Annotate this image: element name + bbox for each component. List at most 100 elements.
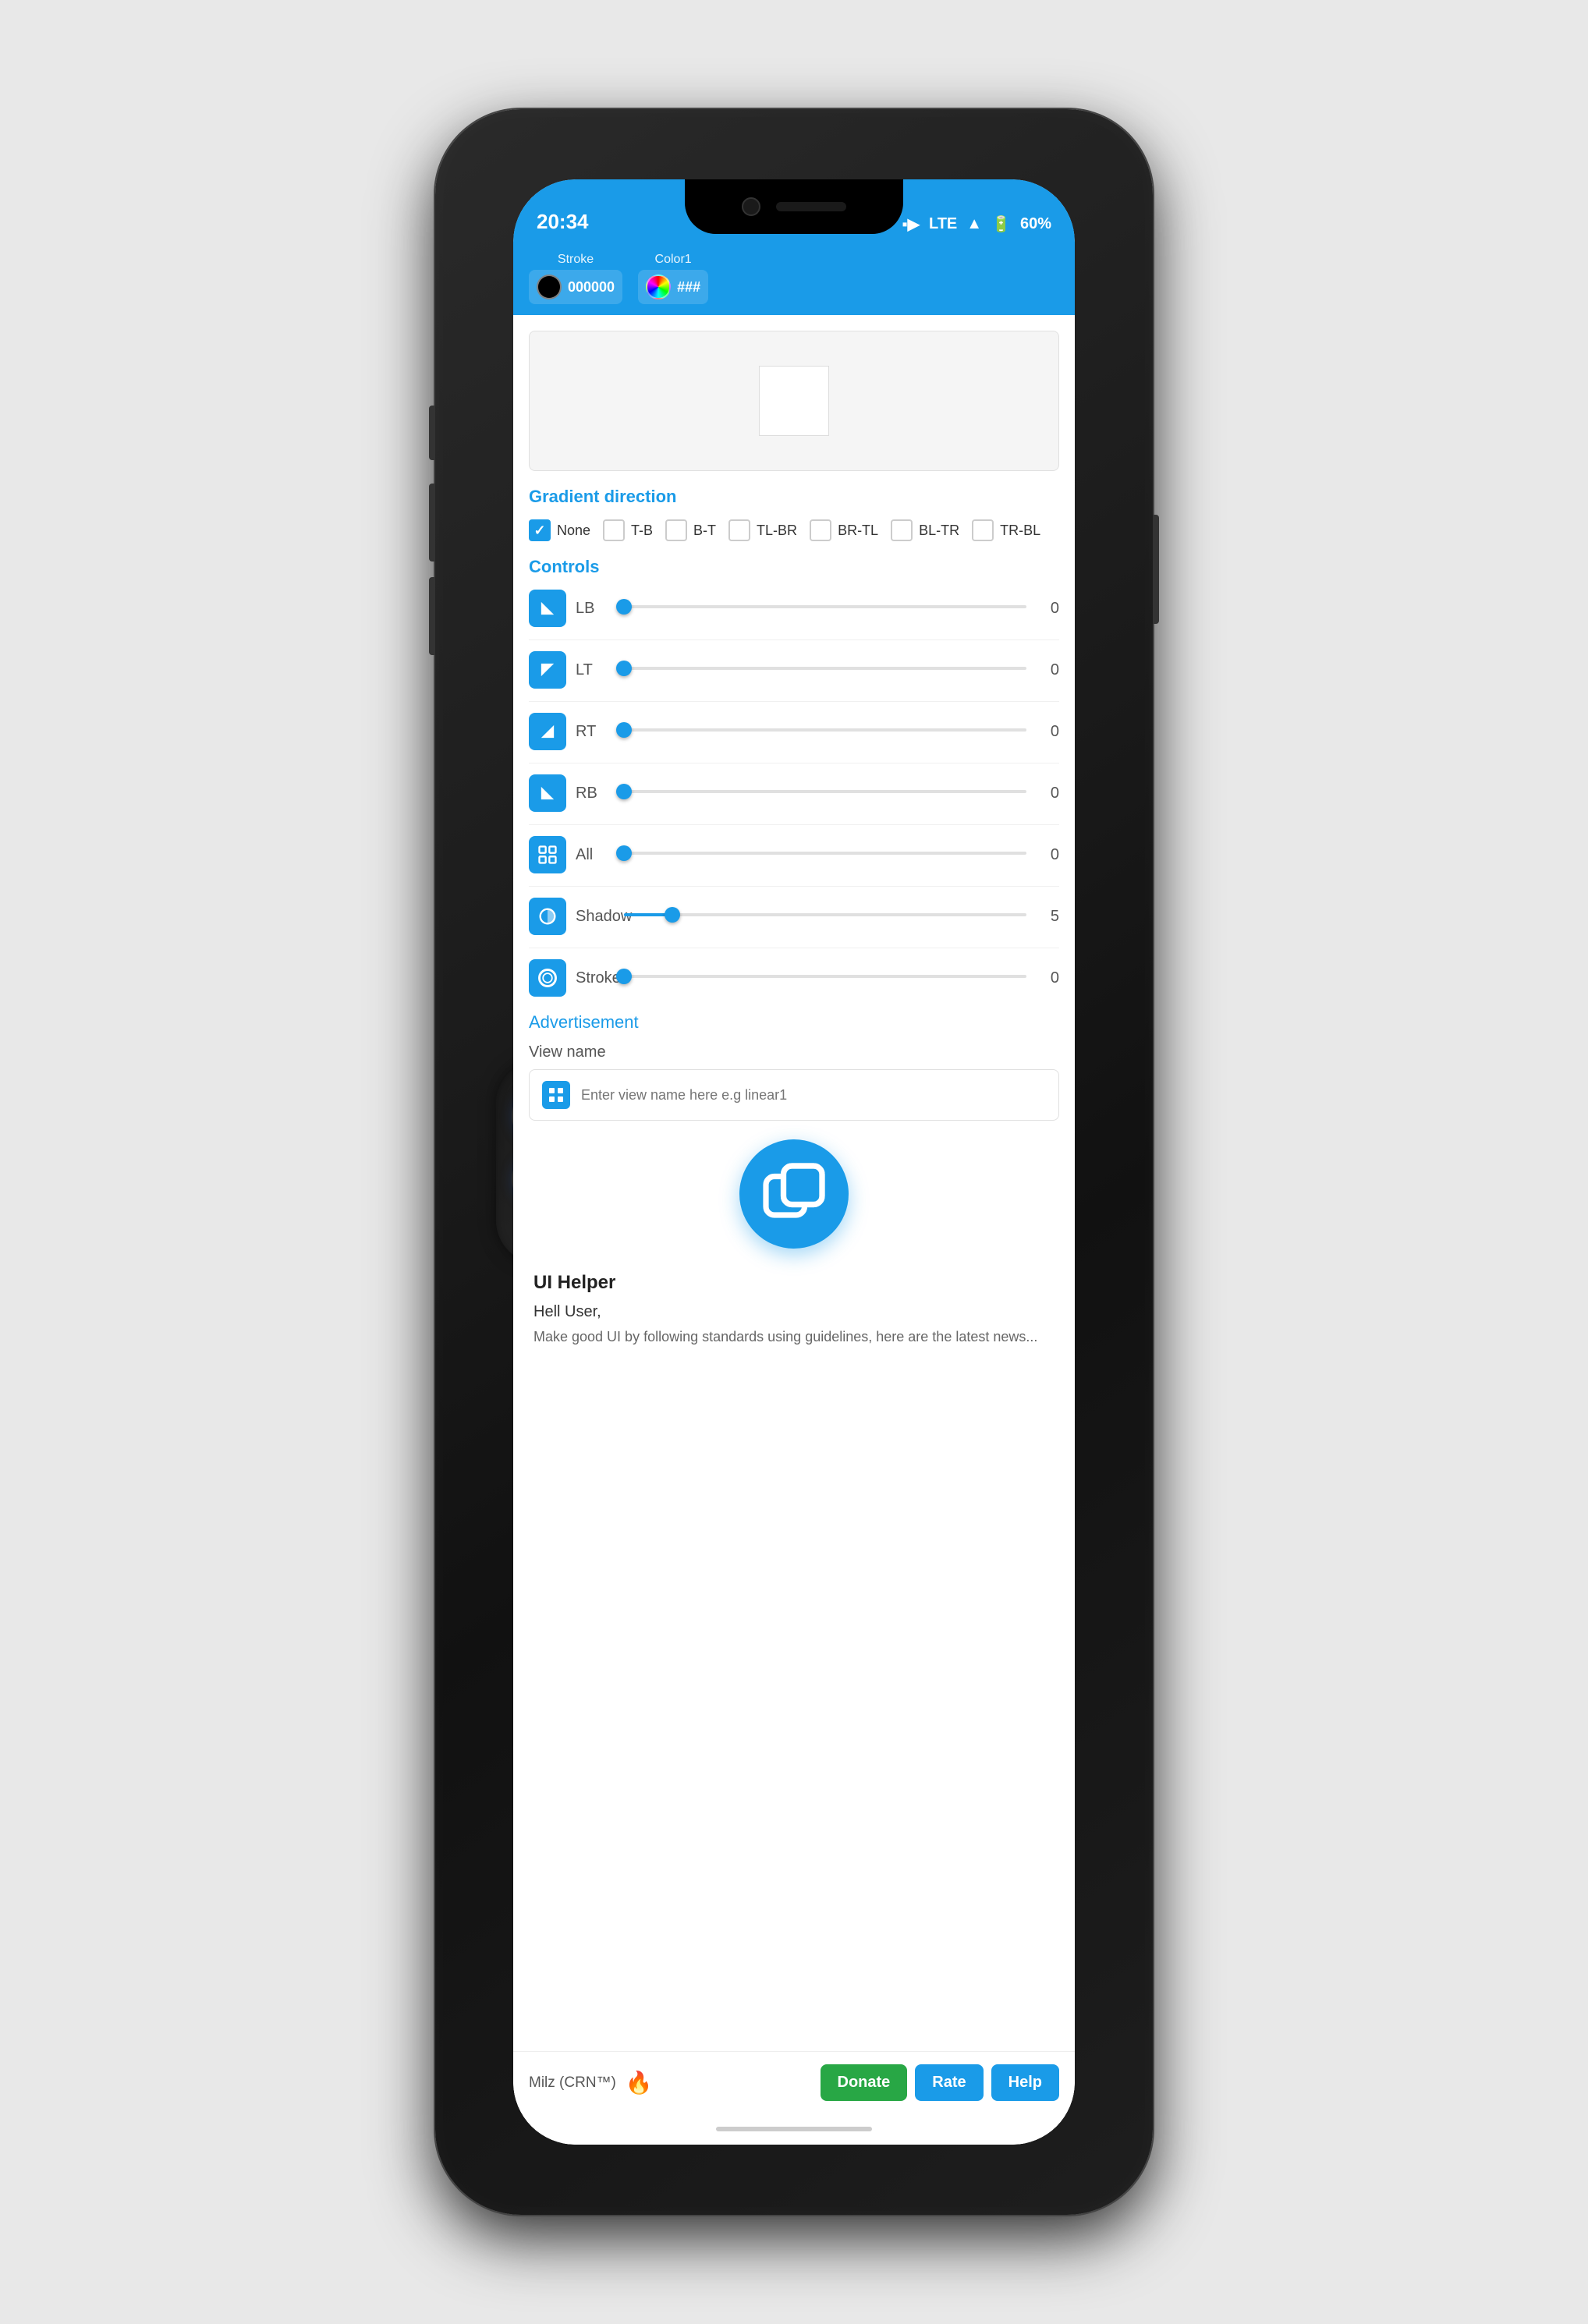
- gradient-option-brtl[interactable]: BR-TL: [810, 519, 878, 541]
- all-slider[interactable]: [624, 852, 1026, 858]
- lt-value: 0: [1036, 661, 1059, 679]
- stroke-value: 0: [1036, 969, 1059, 987]
- stroke-icon-button[interactable]: [529, 959, 566, 997]
- rb-label: RB: [576, 785, 615, 802]
- option-trbl-label: TR-BL: [1000, 523, 1040, 539]
- all-value: 0: [1036, 846, 1059, 864]
- notch: [685, 179, 903, 234]
- stroke-slider[interactable]: [624, 975, 1026, 981]
- shadow-icon-button[interactable]: [529, 898, 566, 935]
- ui-helper-greeting: Hell User,: [533, 1303, 1055, 1321]
- control-row-stroke: Stroke 0: [529, 959, 1059, 997]
- option-none-label: None: [557, 523, 590, 539]
- checkbox-bt[interactable]: [665, 519, 687, 541]
- help-button[interactable]: Help: [991, 2064, 1059, 2101]
- volume-down-button[interactable]: [429, 577, 435, 655]
- rb-slider[interactable]: [624, 790, 1026, 796]
- lt-thumb[interactable]: [616, 661, 632, 676]
- gradient-option-none[interactable]: ✓ None: [529, 519, 590, 541]
- checkbox-tb[interactable]: [603, 519, 625, 541]
- preview-rect: [759, 366, 829, 436]
- all-track: [624, 852, 1026, 855]
- notch-camera: [742, 197, 760, 216]
- app-brand-text: Milz (CRN™): [529, 2074, 616, 2092]
- power-button[interactable]: [1153, 515, 1159, 624]
- lt-icon-button[interactable]: [529, 651, 566, 689]
- stroke-color-swatch: [537, 275, 562, 299]
- control-row-lt: LT 0: [529, 651, 1059, 689]
- rb-thumb[interactable]: [616, 784, 632, 799]
- rt-thumb[interactable]: [616, 722, 632, 738]
- checkbox-brtl[interactable]: [810, 519, 831, 541]
- rb-icon-button[interactable]: [529, 774, 566, 812]
- volume-mute-button[interactable]: [429, 406, 435, 460]
- lb-thumb[interactable]: [616, 599, 632, 615]
- lt-slider[interactable]: [624, 667, 1026, 673]
- page-wrapper: 20:34 ▪▶ LTE ▲ 🔋 60% Strok: [0, 0, 1588, 2324]
- toolbar: Stroke 000000 Color1 ###: [513, 242, 1075, 315]
- gradient-option-tb[interactable]: T-B: [603, 519, 653, 541]
- view-name-row: [529, 1069, 1059, 1121]
- checkbox-tlbr[interactable]: [728, 519, 750, 541]
- all-icon-button[interactable]: [529, 836, 566, 873]
- control-row-rb: RB 0: [529, 774, 1059, 812]
- rt-icon-button[interactable]: [529, 713, 566, 750]
- gradient-option-bt[interactable]: B-T: [665, 519, 716, 541]
- control-row-lb: LB 0: [529, 590, 1059, 627]
- lb-icon-button[interactable]: [529, 590, 566, 627]
- app-logo-icon: [739, 1139, 849, 1249]
- donate-button[interactable]: Donate: [821, 2064, 908, 2101]
- stroke-picker[interactable]: 000000: [529, 270, 622, 304]
- rt-value: 0: [1036, 723, 1059, 741]
- advertisement-label: Advertisement: [529, 1012, 1059, 1033]
- view-name-input[interactable]: [581, 1087, 1046, 1104]
- lb-label: LB: [576, 600, 615, 618]
- stroke-ring-icon: [537, 967, 558, 989]
- color1-picker[interactable]: ###: [638, 270, 708, 304]
- checkbox-trbl[interactable]: [972, 519, 994, 541]
- signal-icon: ▲: [966, 215, 982, 233]
- controls-section: Controls LB: [529, 557, 1059, 997]
- screen-inner: 20:34 ▪▶ LTE ▲ 🔋 60% Strok: [513, 179, 1075, 2145]
- lt-track: [624, 667, 1026, 670]
- gradient-option-trbl[interactable]: TR-BL: [972, 519, 1040, 541]
- bottom-bar: Milz (CRN™) 🔥 Donate Rate Help: [513, 2051, 1075, 2113]
- status-icons: ▪▶ LTE ▲ 🔋 60%: [902, 214, 1051, 234]
- battery-percent: 60%: [1020, 215, 1051, 233]
- color1-section: Color1 ###: [638, 253, 708, 304]
- lt-arrow-icon: [537, 659, 558, 681]
- rate-button[interactable]: Rate: [915, 2064, 983, 2101]
- rb-track: [624, 790, 1026, 793]
- screen-outer: 20:34 ▪▶ LTE ▲ 🔋 60% Strok: [513, 179, 1075, 2145]
- rt-slider[interactable]: [624, 728, 1026, 735]
- shadow-thumb[interactable]: [665, 907, 680, 923]
- gradient-option-tlbr[interactable]: TL-BR: [728, 519, 797, 541]
- divider-5: [529, 886, 1059, 887]
- shadow-label: Shadow: [576, 908, 615, 926]
- preview-area: [529, 331, 1059, 471]
- all-thumb[interactable]: [616, 845, 632, 861]
- lb-track: [624, 605, 1026, 608]
- status-time: 20:34: [537, 210, 589, 234]
- controls-title: Controls: [529, 557, 1059, 577]
- battery-icon: 🔋: [991, 214, 1011, 234]
- gradient-option-bltr[interactable]: BL-TR: [891, 519, 959, 541]
- stroke-thumb[interactable]: [616, 969, 632, 984]
- shadow-slider[interactable]: [624, 913, 1026, 919]
- lb-slider[interactable]: [624, 605, 1026, 611]
- gradient-section: Gradient direction ✓ None: [529, 487, 1059, 541]
- checkmark-icon: ✓: [533, 523, 545, 539]
- bottom-buttons: Donate Rate Help: [821, 2064, 1060, 2101]
- shadow-value: 5: [1036, 908, 1059, 926]
- all-label: All: [576, 846, 615, 864]
- option-brtl-label: BR-TL: [838, 523, 878, 539]
- option-tlbr-label: TL-BR: [757, 523, 797, 539]
- lt-label: LT: [576, 661, 615, 679]
- home-indicator: [513, 2113, 1075, 2145]
- main-content[interactable]: Gradient direction ✓ None: [513, 315, 1075, 2051]
- app-logo-svg: [759, 1159, 829, 1229]
- rb-arrow-icon: [537, 782, 558, 804]
- volume-up-button[interactable]: [429, 484, 435, 562]
- checkbox-none[interactable]: ✓: [529, 519, 551, 541]
- checkbox-bltr[interactable]: [891, 519, 913, 541]
